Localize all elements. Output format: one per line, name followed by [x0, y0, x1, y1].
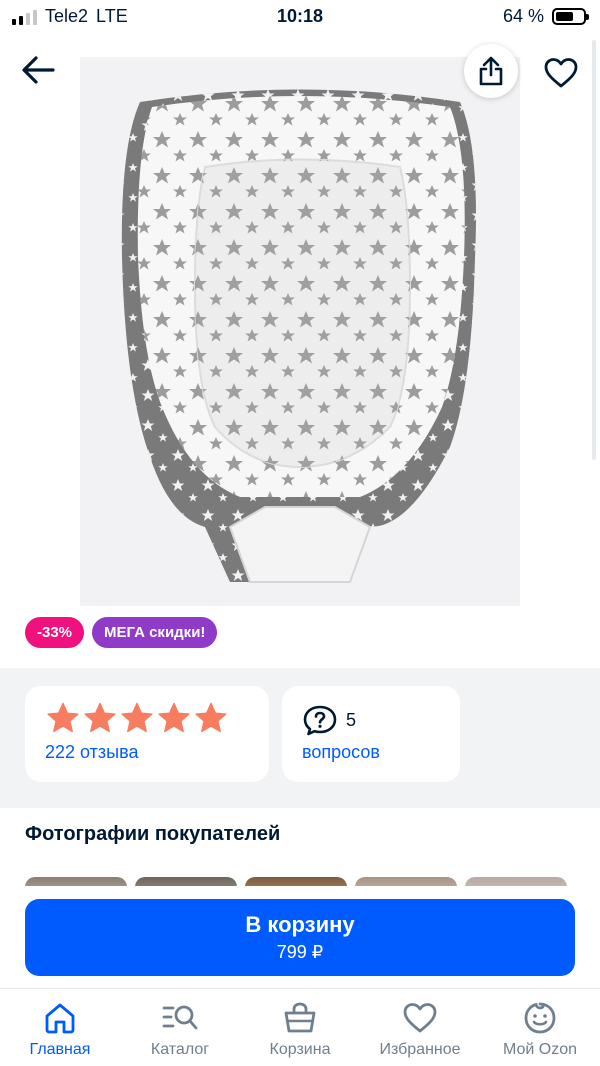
tab-label: Каталог	[150, 1041, 210, 1058]
scroll-indicator	[592, 40, 596, 460]
star-icon	[121, 702, 153, 733]
share-icon	[479, 56, 503, 86]
rating-card[interactable]: 222 отзыва	[25, 686, 269, 782]
tab-cart[interactable]: Корзина	[240, 1001, 360, 1059]
battery-icon	[552, 8, 589, 25]
cart-icon	[284, 1002, 316, 1033]
share-button[interactable]	[464, 44, 518, 98]
price: 799 ₽	[276, 942, 324, 962]
questions-link[interactable]: вопросов	[302, 742, 380, 763]
star-icon	[158, 702, 190, 733]
favorite-button[interactable]	[538, 50, 584, 96]
tab-profile[interactable]: Мой Ozon	[480, 1001, 600, 1059]
tab-label: Корзина	[269, 1041, 331, 1058]
add-to-cart-button[interactable]: В корзину 799 ₽	[25, 899, 575, 976]
promo-badge[interactable]: МЕГА скидки!	[92, 617, 218, 648]
questions-card[interactable]: 5 вопросов	[282, 686, 460, 782]
badges-row: -33% МЕГА скидки!	[25, 617, 218, 648]
tab-label: Избранное	[379, 1041, 461, 1058]
heart-icon	[403, 1003, 437, 1033]
add-to-cart-label: В корзину	[245, 912, 355, 937]
back-button[interactable]	[18, 50, 58, 90]
catalog-search-icon	[162, 1005, 198, 1030]
tab-label: Главная	[29, 1041, 91, 1058]
tab-catalog[interactable]: Каталог	[120, 1001, 240, 1059]
tab-label: Мой Ozon	[502, 1041, 578, 1058]
star-icon	[84, 702, 116, 733]
status-bar: Tele2 LTE 10:18 64 %	[0, 0, 600, 36]
tab-home[interactable]: Главная	[0, 1001, 120, 1059]
arrow-left-icon	[22, 56, 55, 84]
home-icon	[45, 1003, 75, 1034]
star-icon	[195, 702, 227, 733]
profile-icon	[524, 1002, 556, 1034]
battery-percent: 64 %	[502, 6, 544, 26]
heart-icon	[544, 58, 578, 88]
customer-photos-title: Фотографии покупателей	[25, 823, 281, 845]
baby-nest-photo	[80, 57, 520, 606]
bottom-tab-bar: Главная Каталог Корзина Избранное Мой Oz…	[0, 988, 600, 1066]
discount-badge: -33%	[25, 617, 85, 648]
question-bubble-icon	[303, 705, 337, 736]
star-icon	[47, 702, 79, 733]
product-image[interactable]	[80, 57, 520, 606]
tab-favorites[interactable]: Избранное	[360, 1001, 480, 1059]
questions-count: 5	[346, 709, 357, 730]
reviews-link[interactable]: 222 отзыва	[45, 742, 138, 763]
rating-stars	[47, 702, 227, 734]
